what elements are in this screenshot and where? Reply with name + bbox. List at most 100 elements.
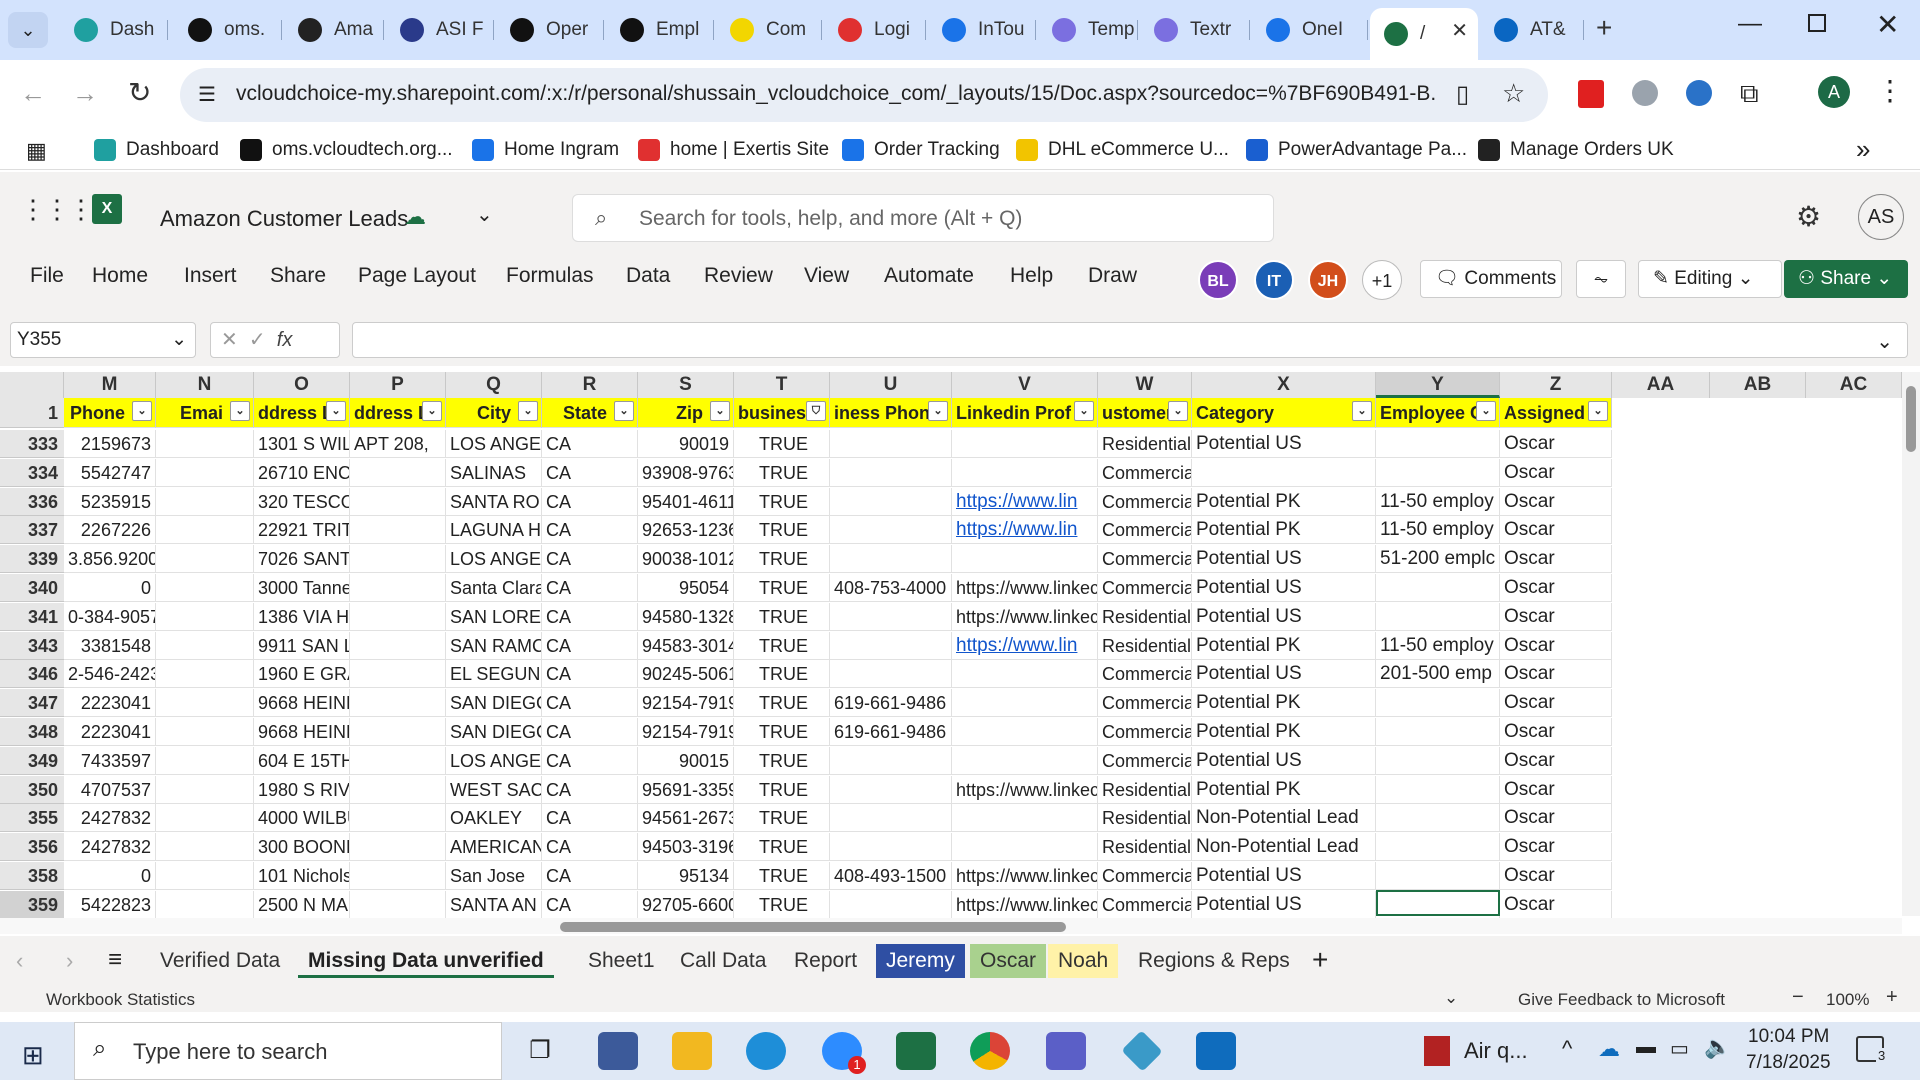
column-header[interactable]: R xyxy=(542,372,638,398)
zoom-out-icon[interactable]: − xyxy=(1792,986,1804,1009)
table-cell[interactable]: 320 TESCONI CIR STE xyxy=(254,487,350,516)
no-tracking-icon[interactable]: ▯ xyxy=(1456,80,1469,109)
browser-tab[interactable]: AT& xyxy=(1480,10,1584,50)
sheet-tab[interactable]: Sheet1 xyxy=(578,944,665,978)
table-cell[interactable]: 26710 ENCINAL RD xyxy=(254,458,350,487)
column-header[interactable]: W xyxy=(1098,372,1192,398)
table-cell[interactable] xyxy=(830,545,952,574)
url-text[interactable]: vcloudchoice-my.sharepoint.com/:x:/r/per… xyxy=(236,82,1436,106)
table-cell[interactable]: 11-50 employ xyxy=(1376,631,1500,660)
table-cell[interactable]: CA xyxy=(542,574,638,602)
clock-time[interactable]: 10:04 PM xyxy=(1748,1026,1829,1048)
table-cell[interactable] xyxy=(156,631,254,660)
table-cell[interactable] xyxy=(156,775,254,804)
column-filter-header[interactable]: Category ⌄ xyxy=(1192,398,1376,428)
table-cell[interactable]: LOS ANGE xyxy=(446,746,542,775)
sheet-tab[interactable]: Missing Data unverified xyxy=(298,944,554,978)
table-cell[interactable]: Commercia xyxy=(1098,689,1192,718)
column-filter-header[interactable]: Linkedin Prof ⌄ xyxy=(952,398,1098,428)
table-cell[interactable]: Potential US xyxy=(1192,890,1376,919)
table-cell[interactable]: 0 xyxy=(64,574,156,602)
table-cell[interactable] xyxy=(350,718,446,746)
table-cell[interactable]: Potential PK xyxy=(1192,487,1376,516)
table-cell[interactable]: TRUE xyxy=(734,890,830,919)
table-cell[interactable]: https://www.lin xyxy=(952,631,1098,660)
profile-avatar[interactable]: A xyxy=(1818,76,1850,108)
table-cell[interactable]: 95134 xyxy=(638,862,734,890)
table-cell[interactable] xyxy=(350,516,446,545)
table-cell[interactable]: Residential xyxy=(1098,833,1192,862)
table-cell[interactable]: 2-546-2423 xyxy=(64,660,156,689)
table-cell[interactable] xyxy=(1376,458,1500,487)
bookmark-item[interactable]: home | Exertis Site xyxy=(638,134,829,166)
table-cell[interactable]: 101 Nicholson Lane xyxy=(254,862,350,890)
table-cell[interactable] xyxy=(350,660,446,689)
table-cell[interactable] xyxy=(1376,775,1500,804)
apps-grid-icon[interactable]: ▦ xyxy=(26,138,47,164)
table-cell[interactable]: OAKLEY xyxy=(446,804,542,833)
tray-expand-icon[interactable]: ^ xyxy=(1562,1036,1572,1062)
table-cell[interactable]: 9668 HEINRICH HERT. xyxy=(254,689,350,718)
row-header[interactable]: 343 xyxy=(0,631,64,660)
column-filter-header[interactable]: iness Phone ⌄ xyxy=(830,398,952,428)
menu-help[interactable]: Help xyxy=(1010,264,1053,288)
browser-tab-active[interactable]: / ✕ xyxy=(1370,8,1478,60)
editing-mode-button[interactable]: ✎ Editing ⌄ xyxy=(1638,260,1782,298)
more-collaborators[interactable]: +1 xyxy=(1362,260,1402,300)
table-cell[interactable]: 90245-5061 xyxy=(638,660,734,689)
site-info-icon[interactable]: ☰ xyxy=(198,82,216,107)
column-filter-header[interactable]: business ⛉ xyxy=(734,398,830,428)
table-cell[interactable]: APT 208, xyxy=(350,430,446,458)
chrome-icon[interactable] xyxy=(970,1032,1010,1070)
column-header[interactable]: Z xyxy=(1500,372,1612,398)
file-explorer-icon[interactable] xyxy=(672,1032,712,1070)
table-cell[interactable]: TRUE xyxy=(734,862,830,890)
browser-tab[interactable]: oms. xyxy=(174,10,282,50)
table-cell[interactable] xyxy=(156,545,254,574)
menu-page-layout[interactable]: Page Layout xyxy=(358,264,476,288)
menu-review[interactable]: Review xyxy=(704,264,773,288)
address-bar[interactable]: ☰ vcloudchoice-my.sharepoint.com/:x:/r/p… xyxy=(180,68,1548,122)
edge-icon[interactable] xyxy=(746,1032,786,1070)
table-cell[interactable] xyxy=(952,718,1098,746)
add-sheet-button[interactable]: + xyxy=(1312,944,1328,976)
table-cell[interactable]: 4707537 xyxy=(64,775,156,804)
table-cell[interactable]: CA xyxy=(542,487,638,516)
column-header[interactable]: P xyxy=(350,372,446,398)
table-cell[interactable]: TRUE xyxy=(734,746,830,775)
table-cell[interactable] xyxy=(830,746,952,775)
table-cell[interactable] xyxy=(156,430,254,458)
table-cell[interactable] xyxy=(156,574,254,602)
filter-dropdown-icon[interactable]: ⌄ xyxy=(928,401,948,421)
table-cell[interactable] xyxy=(1376,718,1500,746)
table-cell[interactable]: SALINAS xyxy=(446,458,542,487)
menu-automate[interactable]: Automate xyxy=(884,264,974,288)
bookmark-item[interactable]: Dashboard xyxy=(94,134,219,166)
column-header[interactable]: M xyxy=(64,372,156,398)
all-sheets-icon[interactable]: ≡ xyxy=(108,946,122,974)
collaborator-avatar[interactable]: BL xyxy=(1198,260,1238,300)
h-scroll-thumb[interactable] xyxy=(560,922,1066,932)
column-filter-header[interactable]: ddress L ⌄ xyxy=(350,398,446,428)
minimize-button[interactable]: — xyxy=(1738,10,1762,38)
table-cell[interactable] xyxy=(156,660,254,689)
filter-dropdown-icon[interactable]: ⌄ xyxy=(1352,401,1372,421)
table-cell[interactable] xyxy=(1376,862,1500,890)
table-cell[interactable] xyxy=(350,631,446,660)
column-header[interactable]: AA xyxy=(1612,372,1710,398)
table-cell[interactable]: 2267226 xyxy=(64,516,156,545)
column-filter-header[interactable]: Assigned ⌄ xyxy=(1500,398,1612,428)
table-cell[interactable]: Oscar xyxy=(1500,545,1612,574)
sheet-tab[interactable]: Jeremy xyxy=(876,944,965,978)
table-cell[interactable]: 201-500 emp xyxy=(1376,660,1500,689)
table-cell[interactable]: 2223041 xyxy=(64,689,156,718)
back-icon[interactable]: ← xyxy=(20,78,46,109)
browser-tab[interactable]: Empl xyxy=(606,10,714,50)
table-cell[interactable]: 7433597 xyxy=(64,746,156,775)
table-cell[interactable]: Potential PK xyxy=(1192,631,1376,660)
weather-icon[interactable] xyxy=(1424,1036,1450,1066)
table-cell[interactable] xyxy=(830,430,952,458)
table-cell[interactable]: Commercia xyxy=(1098,545,1192,574)
table-cell[interactable] xyxy=(830,804,952,833)
table-cell[interactable]: Potential US xyxy=(1192,660,1376,689)
